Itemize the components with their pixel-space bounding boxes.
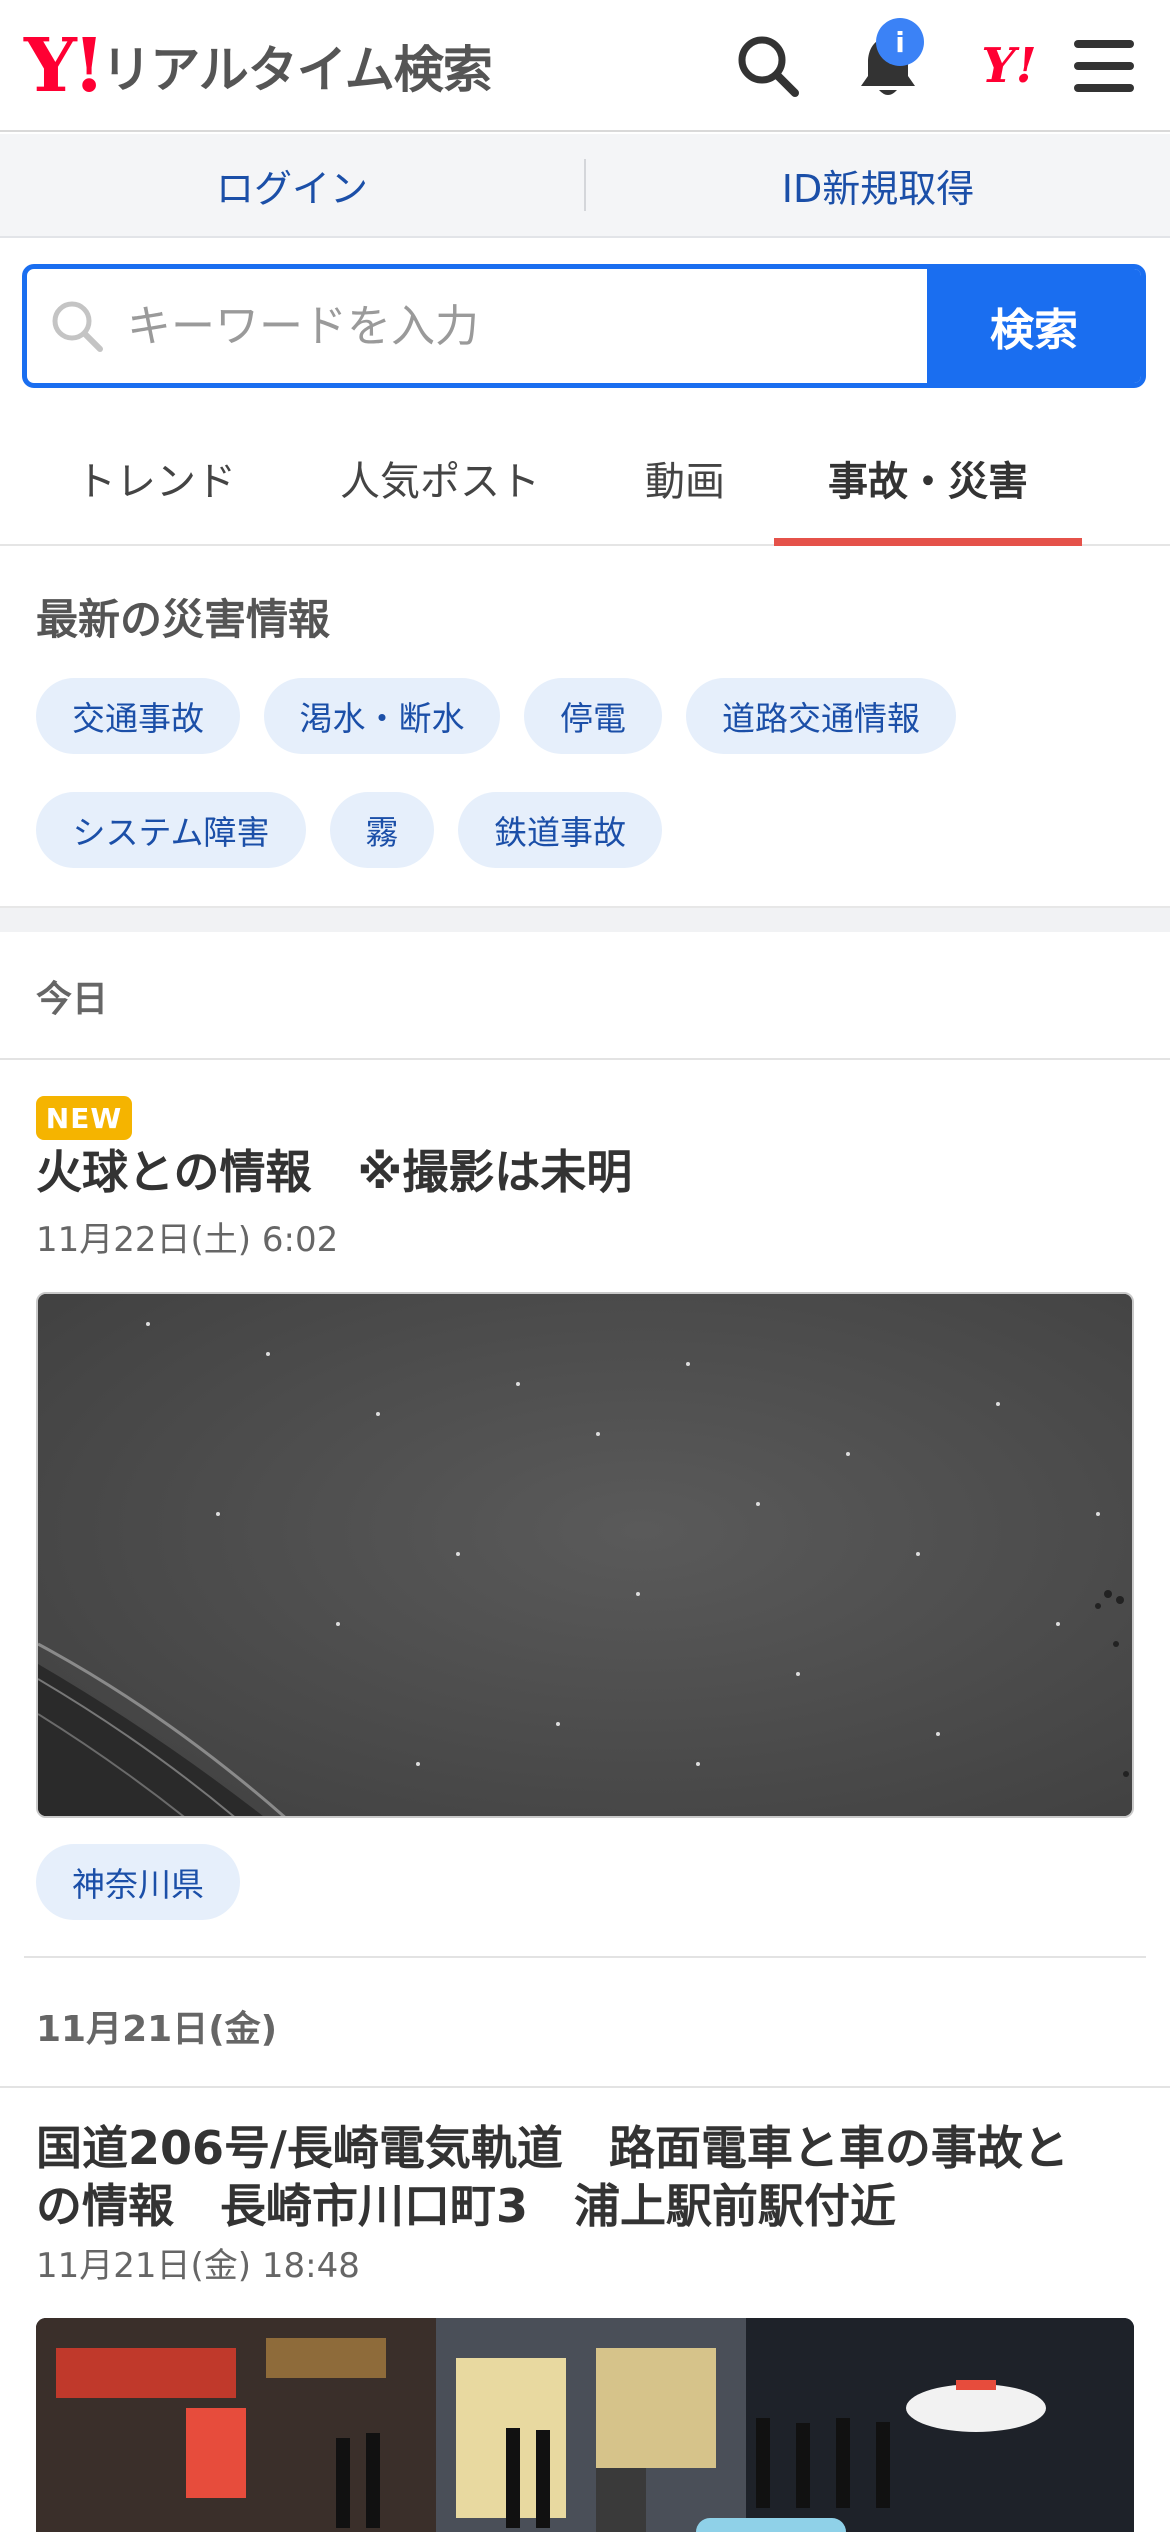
chip-power-outage[interactable]: 停電 — [524, 678, 662, 754]
post-title-line2[interactable]: の情報 長崎市川口町3 浦上駅前駅付近 — [36, 2178, 896, 2236]
login-link[interactable]: ログイン — [0, 158, 584, 213]
street-night-image — [36, 2318, 1134, 2532]
tab-video[interactable]: 動画 — [610, 410, 760, 546]
app-header: Y! リアルタイム検索 i Y! — [0, 0, 1170, 132]
disaster-info-title: 最新の災害情報 — [36, 595, 331, 644]
tab-accident-disaster[interactable]: 事故・災害 — [774, 410, 1082, 546]
hamburger-icon — [1074, 40, 1134, 92]
notification-badge: i — [876, 18, 924, 66]
date-header-today: 今日 — [36, 979, 109, 1020]
chip-road-traffic[interactable]: 道路交通情報 — [686, 678, 956, 754]
yahoo-realtime-logo[interactable]: Y! リアルタイム検索 — [24, 23, 493, 109]
date-header-nov21: 11月21日(金) — [36, 2009, 278, 2050]
divider — [0, 1058, 1170, 1060]
chip-water-outage[interactable]: 渇水・断水 — [264, 678, 500, 754]
post-date: 11月21日(金) 18:48 — [36, 2246, 360, 2286]
search-button[interactable]: 検索 — [927, 269, 1141, 383]
post-image-accident-scene[interactable] — [36, 2318, 1134, 2532]
account-bar: ログイン ID新規取得 — [0, 134, 1170, 238]
new-badge: NEW — [36, 1096, 132, 1140]
category-tabs: トレンド 人気ポスト 動画 事故・災害 — [0, 410, 1170, 546]
chip-traffic-accident[interactable]: 交通事故 — [36, 678, 240, 754]
tag-kanagawa[interactable]: 神奈川県 — [36, 1844, 240, 1920]
search-icon-glyph — [738, 36, 799, 97]
bell-icon[interactable]: i — [850, 18, 926, 104]
search-field-icon — [27, 269, 127, 383]
menu-icon[interactable] — [1066, 28, 1142, 104]
yahoo-home-icon[interactable]: Y! — [966, 28, 1052, 104]
divider — [0, 2086, 1170, 2088]
search-bar: 検索 — [22, 264, 1146, 388]
chip-railway-accident[interactable]: 鉄道事故 — [458, 792, 662, 868]
section-gap — [0, 906, 1170, 932]
logo-text: リアルタイム検索 — [101, 41, 492, 99]
post-date: 11月22日(土) 6:02 — [36, 1220, 339, 1260]
tab-trend[interactable]: トレンド — [40, 410, 272, 546]
chip-fog[interactable]: 霧 — [330, 792, 434, 868]
register-link[interactable]: ID新規取得 — [586, 158, 1170, 213]
tab-popular-posts[interactable]: 人気ポスト — [310, 410, 570, 546]
yahoo-mark: Y! — [981, 38, 1037, 94]
search-icon[interactable] — [730, 28, 806, 104]
search-input[interactable] — [127, 269, 927, 383]
post-title[interactable]: 火球との情報 ※撮影は未明 — [36, 1144, 632, 1202]
chip-system-failure[interactable]: システム障害 — [36, 792, 306, 868]
night-sky-image — [38, 1294, 1132, 1816]
divider — [24, 1956, 1146, 1958]
post-title-line1[interactable]: 国道206号/長崎電気軌道 路面電車と車の事故と — [36, 2120, 1069, 2178]
logo-mark: Y! — [24, 23, 105, 109]
post-image-fireball[interactable] — [36, 1292, 1134, 1818]
